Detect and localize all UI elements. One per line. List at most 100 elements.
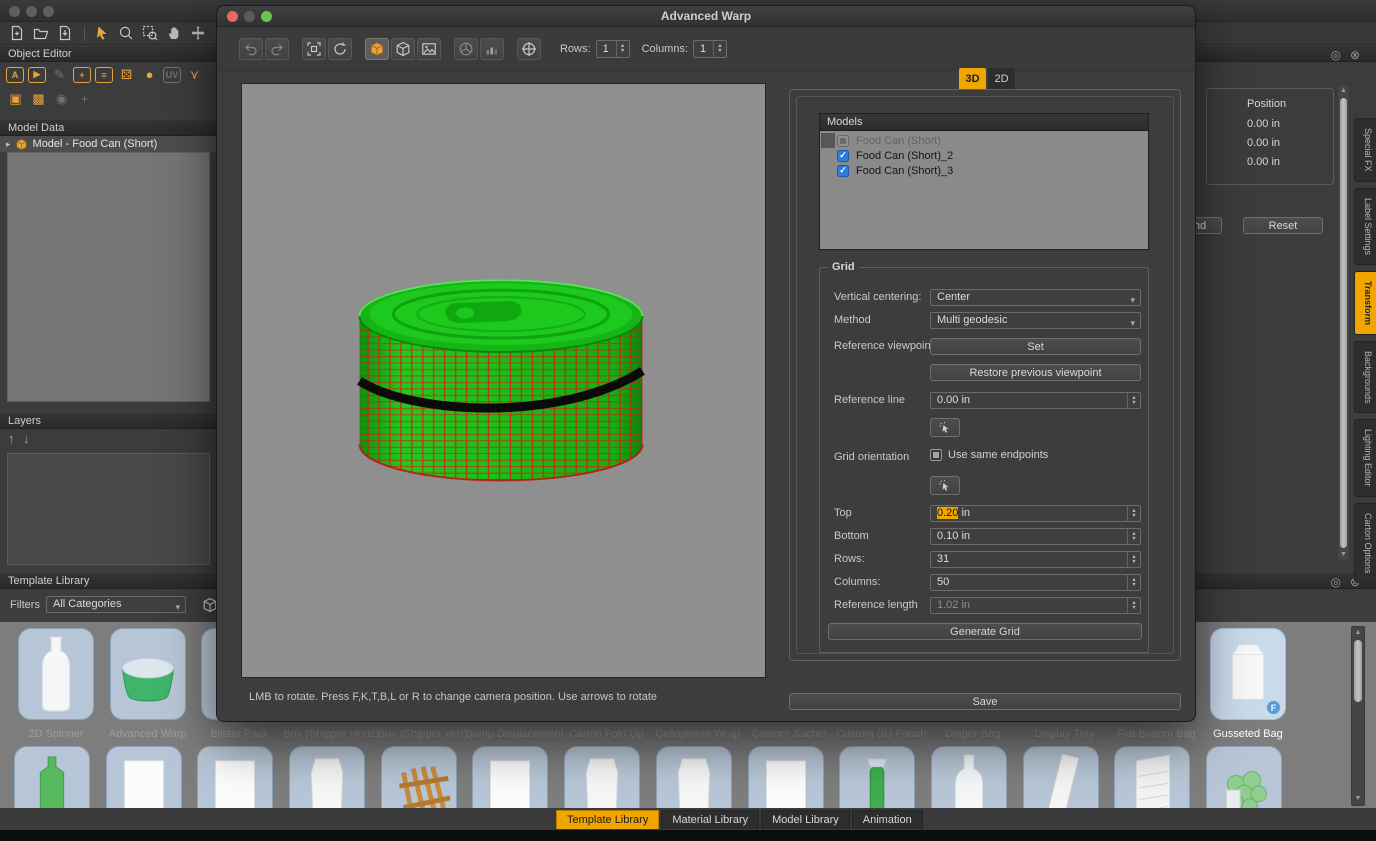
template-thumbnail[interactable]	[931, 746, 1007, 808]
template-thumbnail[interactable]	[472, 746, 548, 808]
scrollbar-thumb[interactable]	[1354, 640, 1362, 702]
template-item[interactable]	[289, 746, 365, 808]
template-item[interactable]	[106, 746, 182, 808]
scroll-up-icon[interactable]: ▲	[1338, 86, 1349, 96]
tree-caret-icon[interactable]: ▸	[6, 139, 11, 150]
template-item[interactable]: Advanced Warp	[110, 628, 186, 720]
model-checkbox[interactable]: ✓	[837, 165, 849, 177]
pick-grid-orientation-button[interactable]	[930, 476, 960, 495]
add-box-icon[interactable]: +	[73, 67, 91, 83]
side-tab-backgrounds[interactable]: Backgrounds	[1354, 341, 1376, 414]
rotate-view-button[interactable]	[328, 38, 352, 60]
move-tool[interactable]	[187, 23, 208, 43]
chart-view-button[interactable]	[480, 38, 504, 60]
template-item[interactable]	[1114, 746, 1190, 808]
view-tab-3d[interactable]: 3D	[959, 68, 986, 89]
use-same-endpoints-checkbox[interactable]	[930, 449, 942, 461]
tab-animation[interactable]: Animation	[852, 810, 923, 829]
layer-down-icon[interactable]: ↓	[23, 431, 30, 446]
model-row[interactable]: ✓Food Can (Short)_3	[820, 163, 1148, 178]
side-tab-special-fx[interactable]: Special FX	[1354, 118, 1376, 182]
side-tab-label-settings[interactable]: Label Settings	[1354, 188, 1376, 265]
template-thumbnail[interactable]	[110, 628, 186, 720]
sphere-icon[interactable]: ●	[140, 66, 159, 83]
template-item[interactable]: FGusseted Bag	[1210, 628, 1286, 720]
layers-list[interactable]	[7, 453, 210, 565]
can-model[interactable]	[242, 84, 765, 677]
dialog-close-icon[interactable]	[227, 11, 238, 22]
template-item[interactable]	[931, 746, 1007, 808]
spinner-arrows-icon[interactable]: ▲▼	[1127, 575, 1140, 590]
side-tab-carton-options[interactable]: Carton Options	[1354, 503, 1376, 584]
template-thumbnail[interactable]	[289, 746, 365, 808]
spinner-arrows-icon[interactable]: ▲▼	[1127, 552, 1140, 567]
duplicate-stack-icon[interactable]: ▣	[6, 90, 25, 107]
template-thumbnail[interactable]	[1114, 746, 1190, 808]
bend-tool-icon[interactable]: ⋎	[185, 66, 204, 83]
restore-previous-viewpoint-button[interactable]: Restore previous viewpoint	[930, 364, 1141, 381]
set-button[interactable]: Set	[930, 338, 1141, 355]
model-data-list[interactable]	[7, 152, 210, 402]
panel-menu-icon[interactable]: ◎	[1331, 574, 1341, 590]
template-thumbnail[interactable]	[18, 628, 94, 720]
columns-spinner[interactable]: 1 ▲▼	[693, 40, 727, 58]
pan-tool[interactable]	[163, 23, 184, 43]
tab-template-library[interactable]: Template Library	[556, 810, 659, 829]
thumbnails-scrollbar[interactable]: ▲ ▼	[1351, 626, 1365, 806]
reference-line-input[interactable]: 0.00 in ▲▼	[930, 392, 1141, 409]
undo-button[interactable]	[239, 38, 263, 60]
model-row[interactable]: Food Can (Short)	[820, 133, 1148, 148]
template-thumbnail[interactable]	[839, 746, 915, 808]
template-item[interactable]: 2D Spinner	[18, 628, 94, 720]
text-box-icon[interactable]: A	[6, 67, 24, 83]
wireframe-view-button[interactable]	[391, 38, 415, 60]
pivot-point-icon[interactable]: +	[75, 90, 94, 107]
zoom-tool[interactable]	[115, 23, 136, 43]
layer-up-icon[interactable]: ↑	[8, 431, 15, 446]
template-item[interactable]	[1206, 746, 1282, 808]
fit-view-button[interactable]	[302, 38, 326, 60]
view-tab-2d[interactable]: 2D	[988, 68, 1015, 89]
template-item[interactable]	[197, 746, 273, 808]
spinner-arrows-icon[interactable]: ▲▼	[1127, 506, 1140, 521]
spinner-arrows-icon[interactable]: ▲▼	[1127, 393, 1140, 408]
template-thumbnail[interactable]	[14, 746, 90, 808]
spinner-arrows-icon[interactable]: ▲▼	[616, 41, 629, 57]
top-input[interactable]: 0.20 in ▲▼	[930, 505, 1141, 522]
new-document[interactable]	[6, 23, 27, 43]
template-item[interactable]	[381, 746, 457, 808]
spinner-arrows-icon[interactable]: ▲▼	[1127, 598, 1140, 613]
window-close-icon[interactable]	[9, 6, 20, 17]
template-item[interactable]	[14, 746, 90, 808]
template-thumbnail[interactable]	[106, 746, 182, 808]
sphere-view-button[interactable]	[454, 38, 478, 60]
right-panel-scrollbar[interactable]: ▲ ▼	[1337, 84, 1350, 562]
reset-button[interactable]: Reset	[1243, 217, 1323, 234]
window-zoom-icon[interactable]	[43, 6, 54, 17]
side-tab-transform[interactable]: Transform	[1354, 271, 1376, 335]
grid-tool-button[interactable]	[517, 38, 541, 60]
template-item[interactable]	[748, 746, 824, 808]
image-view-button[interactable]	[417, 38, 441, 60]
window-minimize-icon[interactable]	[26, 6, 37, 17]
scroll-up-icon[interactable]: ▲	[1352, 628, 1364, 638]
visibility-eye-icon[interactable]: ◉	[52, 90, 71, 107]
spinner-arrows-icon[interactable]: ▲▼	[713, 41, 726, 57]
template-thumbnail[interactable]: F	[1210, 628, 1286, 720]
template-thumbnail[interactable]	[1206, 746, 1282, 808]
template-thumbnail[interactable]	[381, 746, 457, 808]
template-item[interactable]	[656, 746, 732, 808]
model-row[interactable]: ✓Food Can (Short)_2	[820, 148, 1148, 163]
scrollbar-thumb[interactable]	[1340, 98, 1347, 548]
scroll-down-icon[interactable]: ▼	[1352, 794, 1364, 804]
duplicate-stack-alt-icon[interactable]: ▩	[29, 90, 48, 107]
material-dice-icon[interactable]: ⚄	[117, 66, 136, 83]
grid-rows-input[interactable]: 31 ▲▼	[930, 551, 1141, 568]
panel-close-icon[interactable]: ⊗	[1350, 47, 1360, 63]
tab-material-library[interactable]: Material Library	[661, 810, 759, 829]
open-folder[interactable]	[30, 23, 51, 43]
3d-viewport[interactable]	[241, 83, 766, 678]
method-select[interactable]: Multi geodesic ▾	[930, 312, 1141, 329]
template-thumbnail[interactable]	[1023, 746, 1099, 808]
zoom-region-tool[interactable]	[139, 23, 160, 43]
